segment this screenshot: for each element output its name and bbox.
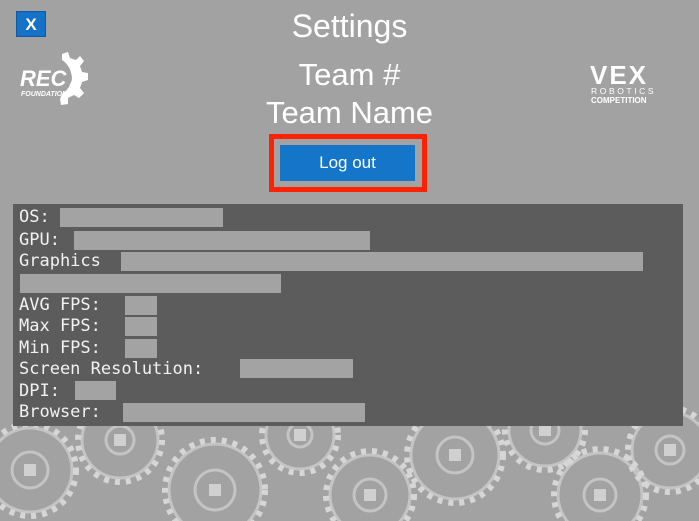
- page-title: Settings: [291, 8, 408, 44]
- settings-dialog: X Settings Team # Team Name REC FOUNDATI…: [0, 0, 699, 521]
- vex-logo-line2: COMPETITION: [591, 96, 647, 105]
- browser-label: Browser:: [19, 402, 101, 422]
- screen-resolution-label: Screen Resolution:: [19, 359, 204, 379]
- dpi-label: DPI:: [19, 381, 60, 401]
- graphics-value-redacted: [121, 252, 643, 271]
- max-fps-value-redacted: [125, 317, 157, 336]
- os-value-redacted: [60, 208, 223, 227]
- screen-resolution-value-redacted: [240, 359, 353, 378]
- vex-logo-line1: ROBOTICS: [591, 86, 656, 96]
- system-info-panel: OS: GPU: Graphics AVG FPS: Max FPS: Min …: [13, 204, 683, 426]
- max-fps-label: Max FPS:: [19, 316, 101, 336]
- vex-robotics-competition-logo: VEX ROBOTICS COMPETITION: [590, 60, 656, 105]
- dpi-value-redacted: [75, 381, 116, 400]
- gpu-label: GPU:: [19, 230, 60, 250]
- rec-foundation-logo: REC FOUNDATION: [20, 52, 88, 105]
- rec-logo-text: REC: [20, 66, 68, 91]
- logout-button[interactable]: Log out: [280, 145, 415, 181]
- min-fps-label: Min FPS:: [19, 338, 101, 358]
- graphics-label: Graphics: [19, 251, 101, 271]
- gpu-value-redacted: [74, 231, 370, 250]
- avg-fps-value-redacted: [125, 296, 157, 315]
- rec-logo-subtext: FOUNDATION: [21, 91, 68, 98]
- avg-fps-label: AVG FPS:: [19, 295, 101, 315]
- os-label: OS:: [19, 207, 50, 227]
- min-fps-value-redacted: [125, 339, 157, 358]
- browser-value-redacted: [123, 403, 365, 422]
- graphics-value-redacted-line2: [20, 274, 281, 293]
